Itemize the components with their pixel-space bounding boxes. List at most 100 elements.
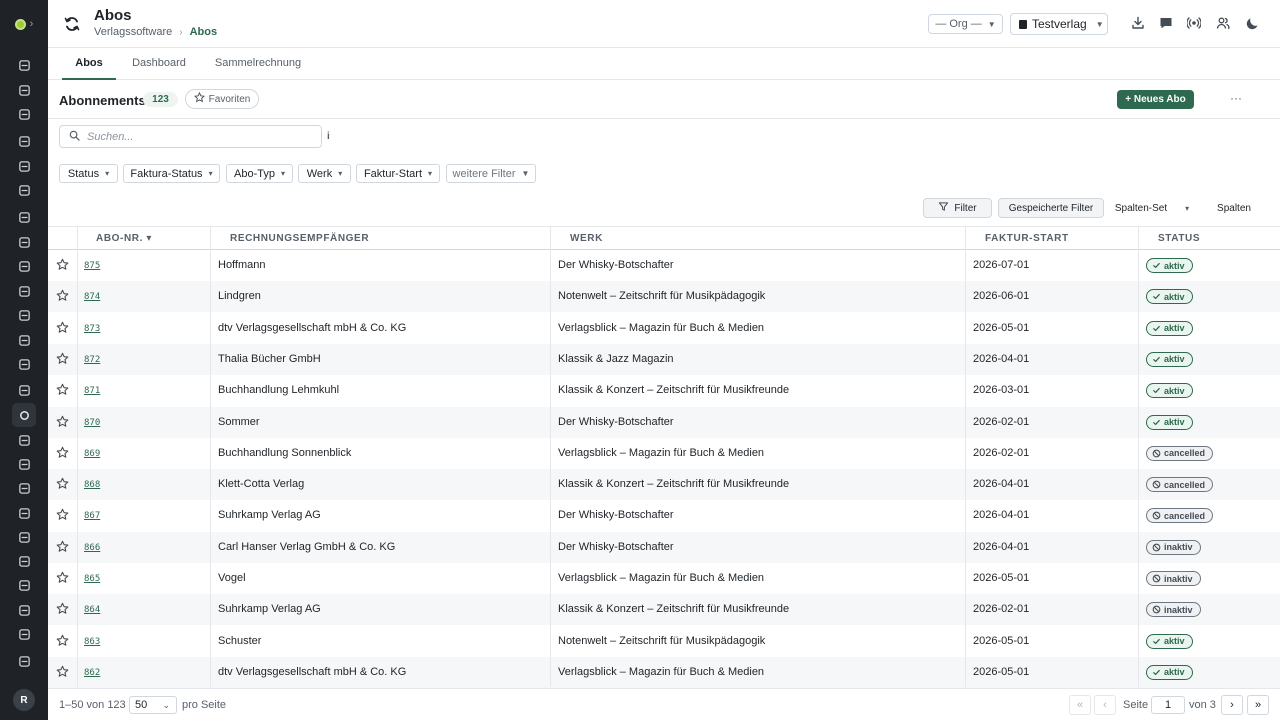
filter-chip-more[interactable]: weitere Filter ▼: [446, 164, 536, 183]
org-select[interactable]: — Org — ▼: [928, 14, 1003, 34]
star-icon[interactable]: [56, 321, 69, 334]
star-icon[interactable]: [56, 415, 69, 428]
last-page-button[interactable]: »: [1247, 695, 1269, 715]
avatar[interactable]: R: [13, 689, 35, 711]
table-row[interactable]: 862 dtv Verlagsgesellschaft mbH & Co. KG V…: [48, 656, 1280, 688]
filter-button[interactable]: Filter: [923, 198, 992, 218]
first-page-button[interactable]: «: [1069, 695, 1091, 715]
newspaper-icon[interactable]: [17, 308, 31, 322]
table-row[interactable]: 871 Buchhandlung Lehmkuhl Klassik & Konzer…: [48, 375, 1280, 406]
truck-fast-icon[interactable]: [17, 578, 31, 592]
column-set-select[interactable]: Spalten-Set ▾: [1112, 199, 1192, 217]
table-row[interactable]: 866 Carl Hanser Verlag GmbH & Co. KG Der W…: [48, 531, 1280, 563]
column-header-faktur-start[interactable]: Faktur-Start: [985, 227, 1069, 250]
table-row[interactable]: 868 Klett-Cotta Verlag Klassik & Konzert –…: [48, 469, 1280, 501]
table-row[interactable]: 875 Hoffmann Der Whisky-Botschafter 2026-07…: [48, 250, 1280, 281]
file-icon[interactable]: [17, 530, 31, 544]
send-icon[interactable]: [17, 183, 31, 197]
broadcast-icon[interactable]: [1186, 16, 1202, 30]
filter-chip-faktur-start[interactable]: Faktur-Start ▾: [356, 164, 440, 183]
calendar-icon[interactable]: [17, 83, 31, 97]
columns-button[interactable]: Spalten: [1208, 199, 1260, 217]
saved-filters-button[interactable]: Gespeicherte Filter: [998, 198, 1104, 218]
filter-chip-faktura-status[interactable]: Faktura-Status ▾: [123, 164, 220, 183]
column-header-werk[interactable]: Werk: [570, 227, 603, 250]
abo-number-link[interactable]: 868: [84, 469, 100, 500]
chat-icon[interactable]: [1159, 16, 1173, 30]
bag-icon[interactable]: [17, 433, 31, 447]
table-row[interactable]: 867 Suhrkamp Verlag AG Der Whisky-Botschaf…: [48, 500, 1280, 531]
more-menu-button[interactable]: ···: [1228, 91, 1244, 107]
next-page-button[interactable]: ›: [1221, 695, 1243, 715]
star-icon[interactable]: [56, 289, 69, 302]
music-icon[interactable]: [17, 506, 31, 520]
star-icon[interactable]: [56, 477, 69, 490]
receipt-icon[interactable]: [17, 627, 31, 641]
mail-icon[interactable]: [17, 159, 31, 173]
abo-number-link[interactable]: 862: [84, 657, 100, 688]
book-icon[interactable]: [17, 333, 31, 347]
new-subscription-button[interactable]: + Neues Abo: [1117, 90, 1194, 109]
table-row[interactable]: 864 Suhrkamp Verlag AG Klassik & Konzert –…: [48, 594, 1280, 626]
star-icon[interactable]: [56, 508, 69, 521]
truck-icon[interactable]: [17, 481, 31, 495]
table-row[interactable]: 872 Thalia Bücher GmbH Klassik & Jazz Maga…: [48, 343, 1280, 375]
abo-number-link[interactable]: 866: [84, 532, 100, 563]
abo-number-link[interactable]: 871: [84, 375, 100, 406]
download-icon[interactable]: [1131, 16, 1145, 30]
library-icon[interactable]: [17, 235, 31, 249]
abo-number-link[interactable]: 872: [84, 344, 100, 375]
tab-dashboard[interactable]: Dashboard: [128, 48, 190, 80]
star-icon[interactable]: [56, 665, 69, 678]
star-icon[interactable]: [56, 571, 69, 584]
table-row[interactable]: 865 Vogel Verlagsblick – Magazin für Buch …: [48, 563, 1280, 594]
tab-abos[interactable]: Abos: [62, 48, 116, 80]
abo-number-link[interactable]: 873: [84, 313, 100, 344]
table-row[interactable]: 870 Sommer Der Whisky-Botschafter 2026-02-0…: [48, 406, 1280, 438]
filter-chip-status[interactable]: Status ▾: [59, 164, 118, 183]
star-icon[interactable]: [56, 352, 69, 365]
users-icon[interactable]: [1216, 16, 1230, 30]
image-icon[interactable]: [17, 259, 31, 273]
star-icon[interactable]: [56, 446, 69, 459]
abo-number-link[interactable]: 863: [84, 626, 100, 657]
column-header-status[interactable]: Status: [1158, 227, 1200, 250]
table-row[interactable]: 874 Lindgren Notenwelt – Zeitschrift für M…: [48, 281, 1280, 313]
filter-chip-werk[interactable]: Werk ▾: [298, 164, 351, 183]
page-input[interactable]: 1: [1151, 696, 1185, 714]
refresh-icon[interactable]: [12, 403, 36, 427]
abo-number-link[interactable]: 864: [84, 594, 100, 625]
star-icon[interactable]: [56, 602, 69, 615]
abo-number-link[interactable]: 870: [84, 407, 100, 438]
abo-number-link[interactable]: 867: [84, 500, 100, 531]
abo-number-link[interactable]: 869: [84, 438, 100, 469]
breadcrumb-item[interactable]: Verlagssoftware: [94, 26, 172, 38]
filter-chip-abo-typ[interactable]: Abo-Typ ▾: [226, 164, 293, 183]
abo-number-link[interactable]: 874: [84, 281, 100, 312]
chart-icon[interactable]: [17, 603, 31, 617]
column-header-abo-nr[interactable]: Abo-Nr. ▾: [96, 227, 152, 250]
page-size-select[interactable]: 50 ⌄: [129, 696, 177, 714]
column-header-empfaenger[interactable]: Rechnungsempfänger: [230, 227, 369, 250]
briefcase-icon[interactable]: [17, 284, 31, 298]
stack-icon[interactable]: [17, 554, 31, 568]
star-icon[interactable]: [56, 383, 69, 396]
star-icon[interactable]: [56, 634, 69, 647]
search-input[interactable]: [87, 130, 297, 143]
table-row[interactable]: 869 Buchhandlung Sonnenblick Verlagsblick …: [48, 438, 1280, 469]
layout-icon[interactable]: [17, 107, 31, 121]
info-icon[interactable]: i: [327, 131, 330, 142]
abo-number-link[interactable]: 865: [84, 563, 100, 594]
moon-icon[interactable]: [1246, 16, 1260, 30]
abo-number-link[interactable]: 875: [84, 250, 100, 281]
shield-icon[interactable]: [17, 654, 31, 668]
tab-sammelrechnung[interactable]: Sammelrechnung: [208, 48, 308, 80]
publisher-select[interactable]: Testverlag ▼: [1010, 13, 1108, 35]
star-icon[interactable]: [56, 258, 69, 271]
star-icon[interactable]: [56, 540, 69, 553]
table-row[interactable]: 863 Schuster Notenwelt – Zeitschrift für M…: [48, 626, 1280, 657]
megaphone-icon[interactable]: [17, 457, 31, 471]
user-edit-icon[interactable]: [17, 134, 31, 148]
app-switcher[interactable]: ›: [0, 0, 48, 48]
box-icon[interactable]: [17, 383, 31, 397]
